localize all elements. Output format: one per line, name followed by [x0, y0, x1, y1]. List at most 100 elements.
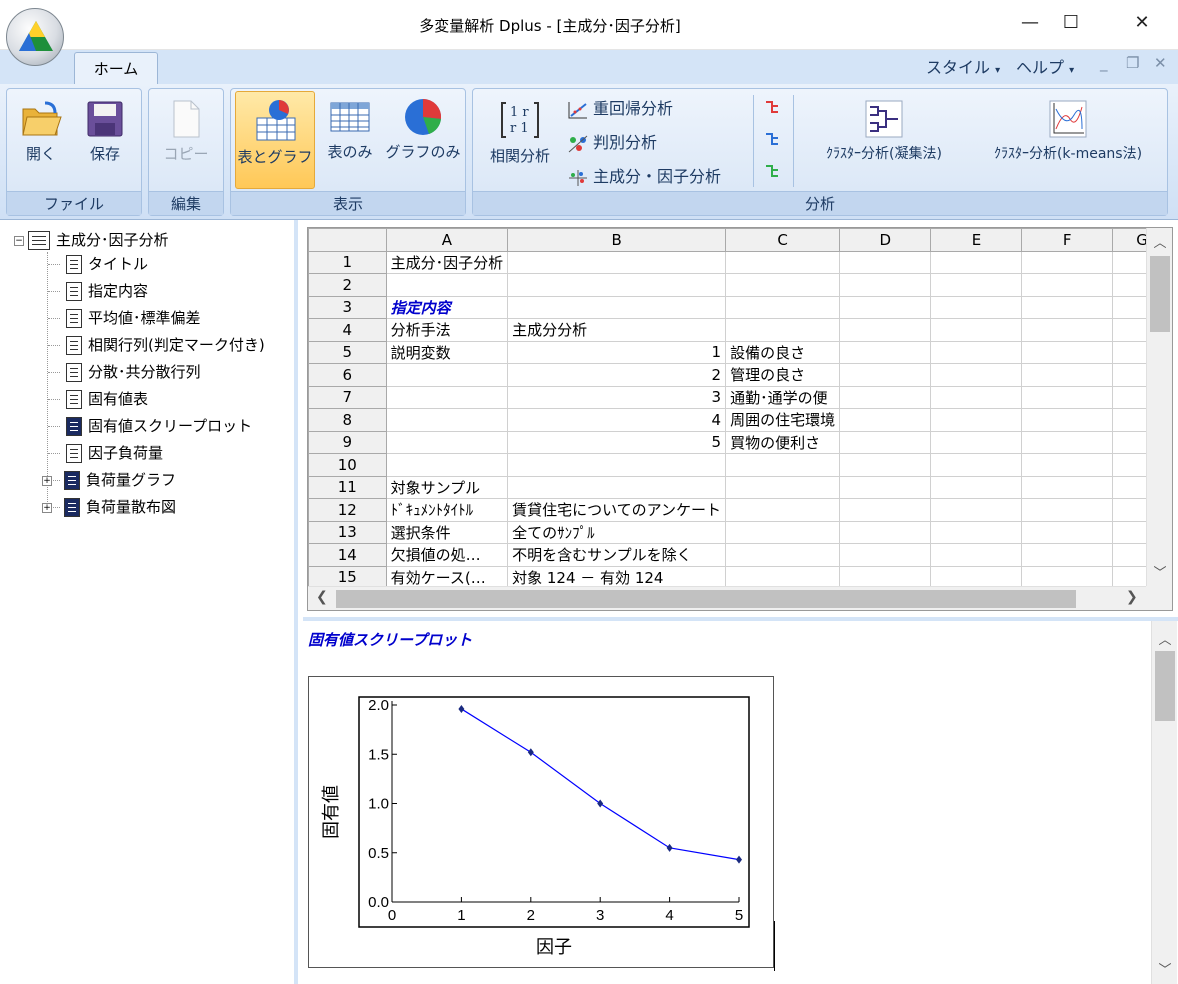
column-header[interactable]: D	[839, 228, 932, 252]
small-tool-2-icon[interactable]	[763, 131, 783, 153]
row-header[interactable]: 9	[308, 430, 387, 454]
cell-empty[interactable]	[839, 475, 932, 499]
cell-empty[interactable]	[839, 520, 932, 544]
close-button[interactable]: ✕	[1124, 10, 1160, 36]
tree-item[interactable]: 固有値スクリープロット	[66, 415, 252, 437]
cell-empty[interactable]	[930, 498, 1023, 522]
open-button[interactable]: 開く	[13, 99, 69, 164]
table-and-graph-button[interactable]: 表とグラフ	[235, 91, 315, 189]
cell-c[interactable]	[725, 520, 841, 544]
maximize-button[interactable]: ☐	[1053, 10, 1089, 36]
cluster-hier-button[interactable]: ｸﾗｽﾀｰ分析(凝集法)	[803, 99, 965, 163]
scroll-up-icon[interactable]: ︿	[1147, 232, 1172, 251]
cell-empty[interactable]	[839, 250, 932, 274]
row-header[interactable]: 11	[308, 475, 387, 499]
spreadsheet-grid[interactable]: A B C D E F G 1 主成分･因子分析 2 3 指定内容 4 分析手法 主成分分析 5…	[307, 227, 1173, 611]
cell-empty[interactable]	[1021, 273, 1114, 297]
cell-empty[interactable]	[1021, 430, 1114, 454]
cell-b[interactable]: 3	[507, 385, 727, 409]
row-header[interactable]: 14	[308, 543, 387, 567]
cell-empty[interactable]	[930, 475, 1023, 499]
small-tool-3-icon[interactable]	[763, 163, 783, 185]
style-menu[interactable]: スタイル ▾	[926, 54, 1000, 78]
app-logo[interactable]	[6, 8, 64, 66]
cell-c[interactable]	[725, 273, 841, 297]
cell-empty[interactable]	[1021, 250, 1114, 274]
row-header[interactable]: 4	[308, 318, 387, 342]
column-header[interactable]: A	[385, 228, 509, 252]
cell-c[interactable]: 買物の便利さ	[725, 430, 841, 454]
cell-a[interactable]: 主成分･因子分析	[385, 250, 509, 274]
cluster-kmeans-button[interactable]: ｸﾗｽﾀｰ分析(k-means法)	[973, 99, 1163, 163]
column-header[interactable]: E	[930, 228, 1023, 252]
cell-a[interactable]: ﾄﾞｷｭﾒﾝﾄﾀｲﾄﾙ	[385, 498, 509, 522]
row-header[interactable]: 6	[308, 363, 387, 387]
tree-item[interactable]: + 負荷量グラフ	[42, 469, 176, 491]
scroll-right-icon[interactable]: ❯	[1126, 589, 1138, 605]
cell-b[interactable]: 不明を含むサンプルを除く	[507, 543, 727, 567]
cell-a[interactable]	[385, 273, 509, 297]
cell-c[interactable]	[725, 250, 841, 274]
row-header[interactable]: 1	[308, 250, 387, 274]
cell-a[interactable]: 指定内容	[385, 295, 509, 319]
cell-a[interactable]	[385, 408, 509, 432]
expand-icon[interactable]: +	[42, 475, 52, 486]
tree-root[interactable]: − 主成分･因子分析	[14, 229, 169, 251]
cell-empty[interactable]	[839, 363, 932, 387]
cell-b[interactable]	[507, 273, 727, 297]
cell-empty[interactable]	[930, 453, 1023, 477]
cell-a[interactable]: 選択条件	[385, 520, 509, 544]
table-only-button[interactable]: 表のみ	[319, 97, 381, 162]
cell-c[interactable]	[725, 318, 841, 342]
row-header[interactable]: 13	[308, 520, 387, 544]
cell-b[interactable]	[507, 453, 727, 477]
cell-empty[interactable]	[839, 430, 932, 454]
cell-empty[interactable]	[1021, 543, 1114, 567]
copy-button[interactable]: コピー	[155, 99, 217, 164]
cell-empty[interactable]	[1021, 385, 1114, 409]
cell-c[interactable]: 通勤･通学の便	[725, 385, 841, 409]
cell-b[interactable]: 5	[507, 430, 727, 454]
graph-only-button[interactable]: グラフのみ	[383, 97, 463, 162]
cell-a[interactable]: 対象サンプル	[385, 475, 509, 499]
cell-empty[interactable]	[930, 363, 1023, 387]
tree-item[interactable]: 相関行列(判定マーク付き)	[66, 334, 265, 356]
tab-home[interactable]: ホーム	[74, 52, 158, 86]
cell-b[interactable]: 賃貸住宅についてのアンケート	[507, 498, 727, 522]
column-header[interactable]: B	[507, 228, 727, 252]
cell-empty[interactable]	[1021, 363, 1114, 387]
cell-empty[interactable]	[1021, 453, 1114, 477]
row-header[interactable]: 8	[308, 408, 387, 432]
row-header[interactable]: 5	[308, 340, 387, 364]
mdi-minimize-icon[interactable]: _	[1100, 54, 1108, 72]
cell-empty[interactable]	[839, 318, 932, 342]
help-menu[interactable]: ヘルプ ▾	[1016, 54, 1074, 78]
cell-empty[interactable]	[839, 273, 932, 297]
cell-b[interactable]	[507, 475, 727, 499]
collapse-icon[interactable]: −	[14, 235, 24, 246]
column-header[interactable]: F	[1021, 228, 1114, 252]
cell-a[interactable]: 欠損値の処…	[385, 543, 509, 567]
cell-empty[interactable]	[930, 273, 1023, 297]
row-header[interactable]: 2	[308, 273, 387, 297]
cell-a[interactable]	[385, 385, 509, 409]
discriminant-button[interactable]: 判別分析	[567, 129, 657, 154]
cell-empty[interactable]	[839, 498, 932, 522]
cell-empty[interactable]	[839, 408, 932, 432]
cell-empty[interactable]	[1021, 408, 1114, 432]
scroll-down-icon[interactable]: ﹀	[1152, 959, 1178, 978]
scroll-left-icon[interactable]: ❮	[316, 589, 328, 605]
regression-button[interactable]: 重回帰分析	[567, 95, 673, 120]
scroll-thumb[interactable]	[336, 590, 1076, 608]
tree-item[interactable]: 指定内容	[66, 280, 148, 302]
cell-c[interactable]	[725, 543, 841, 567]
small-tool-1-icon[interactable]	[763, 99, 783, 121]
scroll-up-icon[interactable]: ︿	[1152, 629, 1178, 648]
corner-cell[interactable]	[308, 228, 387, 252]
chart-vertical-scrollbar[interactable]: ︿ ﹀	[1151, 621, 1177, 984]
cell-b[interactable]: 4	[507, 408, 727, 432]
scroll-thumb[interactable]	[1155, 651, 1175, 721]
cell-c[interactable]: 周囲の住宅環境	[725, 408, 841, 432]
cell-c[interactable]	[725, 453, 841, 477]
row-header[interactable]: 3	[308, 295, 387, 319]
